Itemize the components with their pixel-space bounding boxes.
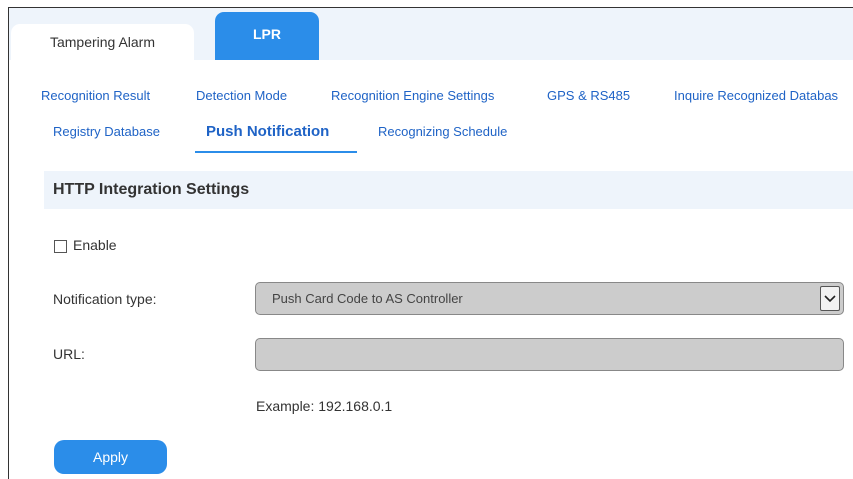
lpr-settings-panel: Tampering Alarm LPR Recognition Result D… bbox=[8, 7, 853, 479]
enable-checkbox[interactable] bbox=[54, 240, 67, 253]
url-label: URL: bbox=[53, 346, 85, 362]
subnav-gps-rs485[interactable]: GPS & RS485 bbox=[547, 88, 630, 103]
notification-type-select[interactable]: Push Card Code to AS Controller bbox=[255, 282, 844, 315]
section-header: HTTP Integration Settings bbox=[44, 171, 853, 209]
notification-type-value: Push Card Code to AS Controller bbox=[272, 291, 463, 306]
subnav-inquire-recognized-database[interactable]: Inquire Recognized Databas bbox=[674, 88, 838, 103]
tab-label: Tampering Alarm bbox=[49, 34, 156, 50]
apply-button[interactable]: Apply bbox=[54, 440, 167, 474]
active-subnav-indicator bbox=[195, 151, 357, 153]
notification-type-label: Notification type: bbox=[53, 291, 157, 307]
subnav-recognizing-schedule[interactable]: Recognizing Schedule bbox=[378, 124, 507, 139]
tab-lpr[interactable]: LPR bbox=[215, 12, 319, 60]
chevron-down-icon[interactable] bbox=[820, 286, 840, 311]
tab-strip: Tampering Alarm LPR bbox=[9, 8, 853, 60]
subnav-push-notification[interactable]: Push Notification bbox=[206, 123, 329, 140]
tab-tampering-alarm[interactable]: Tampering Alarm bbox=[11, 24, 194, 60]
tab-label: LPR bbox=[253, 26, 281, 42]
subnav-registry-database[interactable]: Registry Database bbox=[53, 124, 160, 139]
enable-label: Enable bbox=[73, 237, 117, 253]
subnav-recognition-result[interactable]: Recognition Result bbox=[41, 88, 150, 103]
subnav-detection-mode[interactable]: Detection Mode bbox=[196, 88, 287, 103]
url-input[interactable] bbox=[255, 338, 844, 371]
subnav-recognition-engine-settings[interactable]: Recognition Engine Settings bbox=[331, 88, 494, 103]
section-title: HTTP Integration Settings bbox=[53, 181, 250, 198]
url-example-hint: Example: 192.168.0.1 bbox=[256, 398, 393, 414]
